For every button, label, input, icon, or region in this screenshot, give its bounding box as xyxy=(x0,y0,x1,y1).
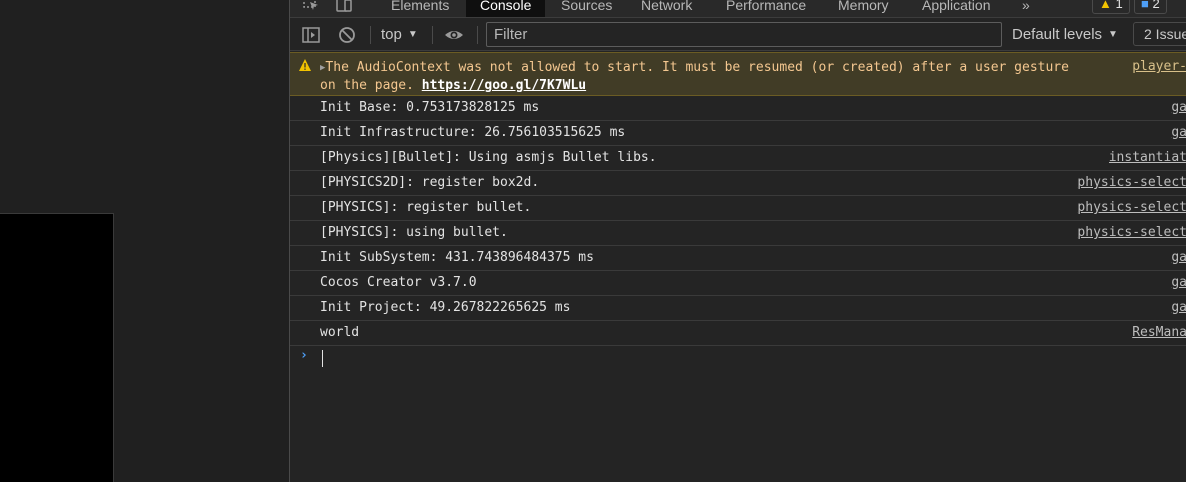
message-icon: ■ xyxy=(1141,0,1149,11)
toolbar-divider xyxy=(477,26,478,44)
message-text: [Physics][Bullet]: Using asmjs Bullet li… xyxy=(320,150,657,165)
live-expression-eye-icon[interactable] xyxy=(444,25,464,45)
message-text: [PHYSICS]: register bullet. xyxy=(320,200,532,215)
message-source-link[interactable]: ga xyxy=(1171,100,1186,115)
device-toolbar-icon[interactable] xyxy=(335,0,353,12)
messages-badge[interactable]: ■ 2 xyxy=(1134,0,1167,14)
message-source-link[interactable]: ga xyxy=(1171,300,1186,315)
console-output: ▶The AudioContext was not allowed to sta… xyxy=(290,52,1186,482)
message-text: Cocos Creator v3.7.0 xyxy=(320,275,477,290)
prompt-chevron-icon: › xyxy=(300,348,308,363)
warning-icon xyxy=(299,59,311,71)
message-source-link[interactable]: physics-select xyxy=(1077,225,1186,240)
sidebar-toggle-icon[interactable] xyxy=(301,25,321,45)
console-message: Init Infrastructure: 26.756103515625 ms g… xyxy=(290,121,1186,146)
devtools-panel: Elements Console Sources Network Perform… xyxy=(289,0,1186,482)
message-text: Init Infrastructure: 26.756103515625 ms xyxy=(320,125,626,140)
message-source-link[interactable]: ga xyxy=(1171,275,1186,290)
warning-icon: ▲ xyxy=(1099,0,1112,11)
console-message: [Physics][Bullet]: Using asmjs Bullet li… xyxy=(290,146,1186,171)
message-source-link[interactable]: physics-select xyxy=(1077,200,1186,215)
warning-text: ▶The AudioContext was not allowed to sta… xyxy=(320,59,1120,95)
console-message: Cocos Creator v3.7.0 ga xyxy=(290,271,1186,296)
tab-console[interactable]: Console xyxy=(466,0,546,17)
message-text: [PHYSICS]: using bullet. xyxy=(320,225,508,240)
warnings-count: 1 xyxy=(1115,0,1123,11)
message-source-link[interactable]: physics-select xyxy=(1077,175,1186,190)
console-message: [PHYSICS]: register bullet. physics-selec… xyxy=(290,196,1186,221)
toolbar-divider xyxy=(370,26,371,44)
tab-sources[interactable]: Sources xyxy=(561,0,612,17)
log-levels-dropdown[interactable]: Default levels ▼ xyxy=(1012,25,1118,45)
issues-button[interactable]: 2 Issues xyxy=(1133,22,1186,46)
console-message: Init SubSystem: 431.743896484375 ms ga xyxy=(290,246,1186,271)
chevron-down-icon: ▼ xyxy=(407,29,418,40)
message-text: [PHYSICS2D]: register box2d. xyxy=(320,175,540,190)
warning-line-1: The AudioContext was not allowed to star… xyxy=(325,60,1069,75)
tab-performance[interactable]: Performance xyxy=(726,0,806,17)
messages-count: 2 xyxy=(1152,0,1160,11)
console-toolbar: top ▼ Default levels ▼ 2 Issues xyxy=(290,18,1186,51)
warning-line-2: on the page. xyxy=(320,78,422,93)
game-canvas[interactable] xyxy=(0,213,114,482)
filter-input[interactable] xyxy=(486,22,1002,47)
context-selector[interactable]: top ▼ xyxy=(381,25,418,45)
tab-application[interactable]: Application xyxy=(922,0,991,17)
inspect-element-icon[interactable] xyxy=(302,0,320,12)
console-message: Init Project: 49.267822265625 ms ga xyxy=(290,296,1186,321)
tab-network[interactable]: Network xyxy=(641,0,692,17)
tab-elements[interactable]: Elements xyxy=(391,0,449,17)
console-message: Init Base: 0.753173828125 ms ga xyxy=(290,96,1186,121)
console-message: [PHYSICS]: using bullet. physics-select xyxy=(290,221,1186,246)
toolbar-divider xyxy=(432,26,433,44)
devtools-tabbar: Elements Console Sources Network Perform… xyxy=(290,0,1186,18)
console-message: world ResMana xyxy=(290,321,1186,346)
tab-memory[interactable]: Memory xyxy=(838,0,889,17)
console-prompt[interactable]: › xyxy=(290,345,1186,371)
chevron-down-icon: ▼ xyxy=(1108,29,1118,40)
message-text: Init Project: 49.267822265625 ms xyxy=(320,300,571,315)
more-tabs-button[interactable]: » xyxy=(1022,0,1030,17)
message-text: world xyxy=(320,325,360,340)
clear-console-icon[interactable] xyxy=(337,25,357,45)
message-text: Init Base: 0.753173828125 ms xyxy=(320,100,540,115)
text-cursor xyxy=(322,350,323,367)
message-source-link[interactable]: ga xyxy=(1171,250,1186,265)
warnings-badge[interactable]: ▲ 1 xyxy=(1092,0,1130,14)
log-levels-label: Default levels xyxy=(1012,26,1103,43)
warning-link[interactable]: https://goo.gl/7K7WLu xyxy=(422,78,586,93)
message-text: Init SubSystem: 431.743896484375 ms xyxy=(320,250,594,265)
message-source-link[interactable]: ResMana xyxy=(1132,325,1186,340)
warning-message[interactable]: ▶The AudioContext was not allowed to sta… xyxy=(290,52,1186,96)
warning-source-link[interactable]: player- xyxy=(1132,59,1186,74)
context-label: top xyxy=(381,26,402,43)
message-source-link[interactable]: instantiat xyxy=(1109,150,1186,165)
message-source-link[interactable]: ga xyxy=(1171,125,1186,140)
console-message: [PHYSICS2D]: register box2d. physics-sele… xyxy=(290,171,1186,196)
